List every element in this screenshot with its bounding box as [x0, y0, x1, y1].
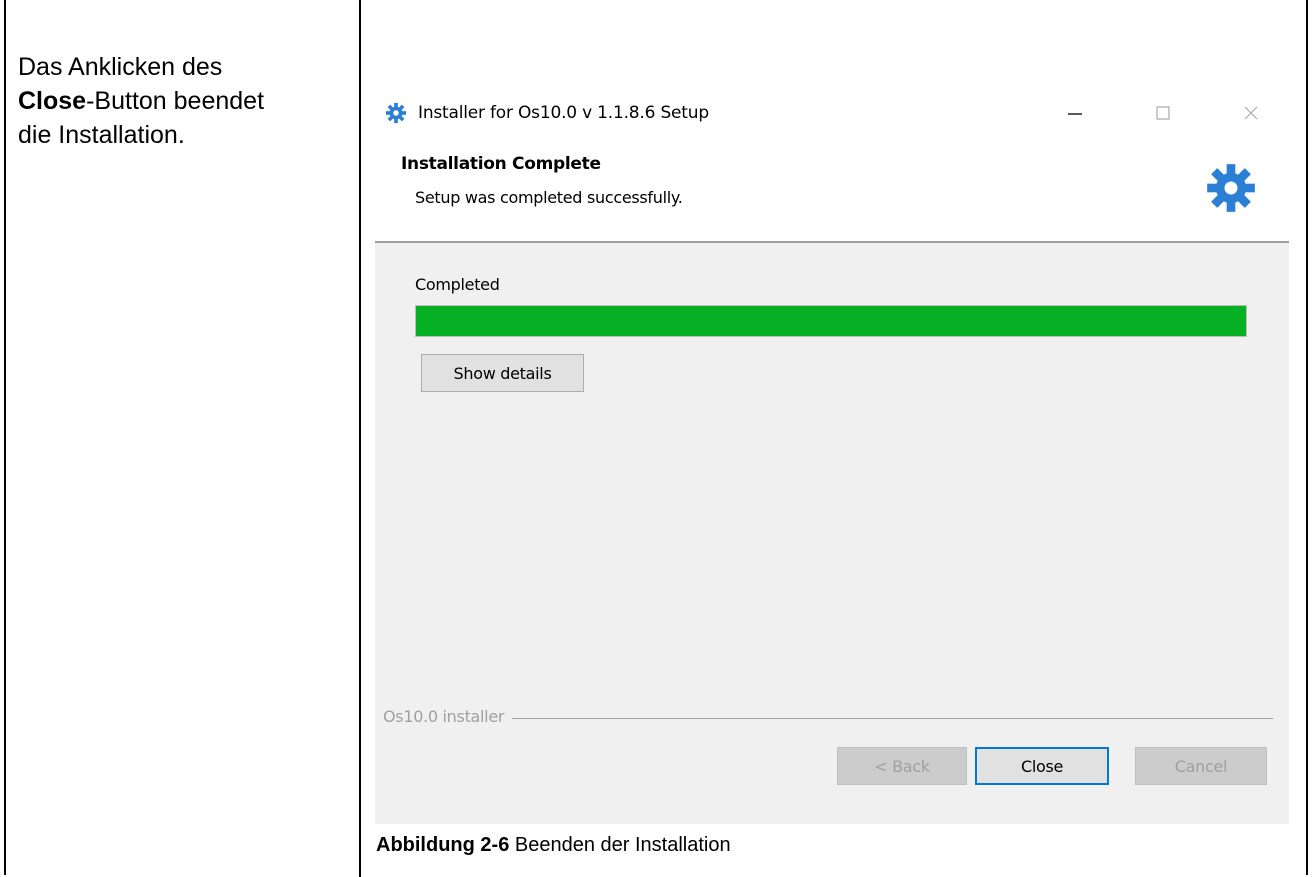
- figure-caption: Abbildung 2-6 Beenden der Installation: [376, 834, 731, 857]
- cancel-button[interactable]: Cancel: [1135, 747, 1267, 785]
- wizard-header: Installation Complete Setup was complete…: [375, 146, 1289, 241]
- group-separator: [383, 718, 1273, 719]
- show-details-button[interactable]: Show details: [421, 354, 584, 392]
- close-icon: [1244, 106, 1258, 120]
- table-divider: [359, 0, 361, 877]
- window-close-button[interactable]: [1229, 96, 1273, 130]
- instruction-line-3: die Installation.: [18, 121, 185, 149]
- minimize-button[interactable]: [1053, 96, 1097, 130]
- instruction-text: Das Anklicken des Close-Button beendet d…: [18, 50, 338, 152]
- caption-text: Beenden der Installation: [509, 834, 731, 856]
- header-subtitle: Setup was completed successfully.: [415, 188, 683, 207]
- title-bar[interactable]: Installer for Os10.0 v 1.1.8.6 Setup: [375, 84, 1289, 146]
- maximize-icon: [1156, 106, 1170, 120]
- status-label: Completed: [415, 275, 500, 294]
- back-button[interactable]: < Back: [837, 747, 967, 785]
- installer-window: Installer for Os10.0 v 1.1.8.6 Setup Ins…: [375, 84, 1289, 824]
- close-button[interactable]: Close: [975, 747, 1109, 785]
- instruction-line-1: Das Anklicken des: [18, 53, 223, 81]
- minimize-icon: [1068, 113, 1082, 115]
- caption-label: Abbildung 2-6: [376, 834, 510, 856]
- progress-bar: [415, 305, 1247, 337]
- gear-icon: [1207, 164, 1255, 212]
- header-title: Installation Complete: [401, 154, 601, 174]
- maximize-button[interactable]: [1141, 96, 1185, 130]
- gear-icon: [385, 102, 407, 124]
- instruction-line-2: -Button beendet: [86, 87, 265, 115]
- instruction-bold: Close: [18, 87, 87, 115]
- window-title: Installer for Os10.0 v 1.1.8.6 Setup: [418, 103, 709, 123]
- wizard-body: Completed Show details Os10.0 installer …: [375, 243, 1289, 824]
- group-label: Os10.0 installer: [383, 707, 513, 726]
- progress-fill: [416, 306, 1246, 336]
